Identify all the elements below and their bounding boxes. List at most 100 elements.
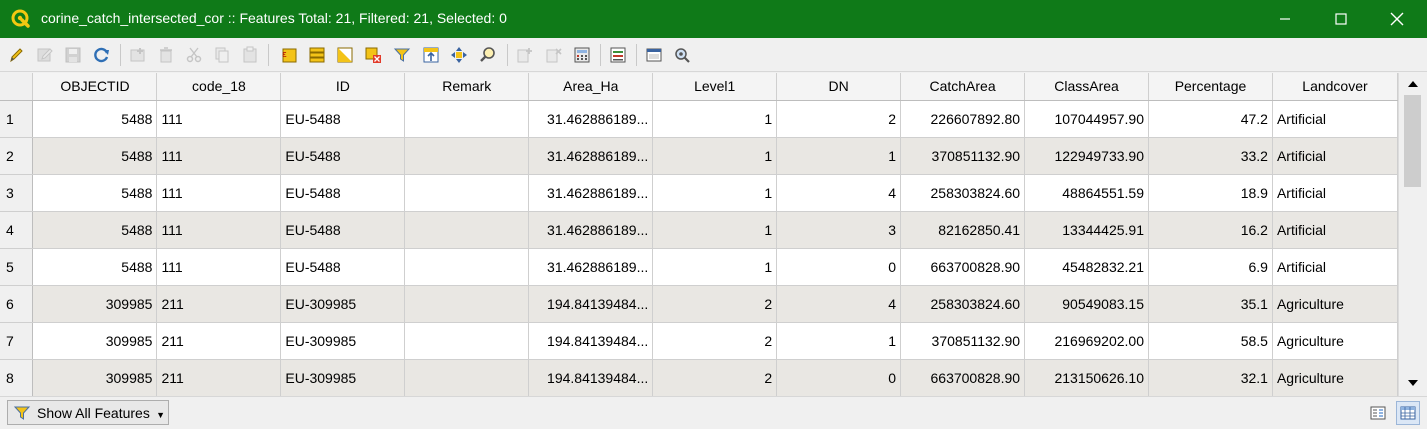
table-cell[interactable]: 35.1 xyxy=(1148,285,1273,323)
row-header[interactable]: 7 xyxy=(0,322,34,360)
actions-button[interactable] xyxy=(671,44,693,66)
form-view-button[interactable] xyxy=(1366,401,1390,425)
column-header[interactable]: CatchArea xyxy=(900,73,1026,101)
table-cell[interactable]: EU-309985 xyxy=(280,322,406,360)
table-cell[interactable]: 1 xyxy=(776,322,902,360)
table-view-button[interactable] xyxy=(1396,401,1420,425)
table-cell[interactable]: 111 xyxy=(156,248,282,286)
table-cell[interactable]: 33.2 xyxy=(1148,137,1273,175)
select-all-corner[interactable] xyxy=(0,73,34,101)
filter-form-button[interactable] xyxy=(391,44,413,66)
table-cell[interactable]: 5488 xyxy=(32,100,158,138)
scroll-up-button[interactable] xyxy=(1399,74,1427,94)
table-cell[interactable]: 31.462886189... xyxy=(528,137,654,175)
table-cell[interactable]: 5488 xyxy=(32,174,158,212)
table-cell[interactable]: Agriculture xyxy=(1272,322,1398,360)
table-cell[interactable]: EU-5488 xyxy=(280,137,406,175)
table-cell[interactable]: Artificial xyxy=(1272,211,1398,249)
row-header[interactable]: 5 xyxy=(0,248,34,286)
delete-features-button[interactable] xyxy=(155,44,177,66)
table-cell[interactable] xyxy=(404,100,530,138)
column-header[interactable]: ID xyxy=(280,73,406,101)
table-cell[interactable]: Artificial xyxy=(1272,100,1398,138)
table-cell[interactable]: 1 xyxy=(652,137,778,175)
move-selection-top-button[interactable] xyxy=(420,44,442,66)
table-cell[interactable]: Artificial xyxy=(1272,137,1398,175)
new-field-button[interactable] xyxy=(514,44,536,66)
show-all-features-button[interactable]: Show All Features ▼ xyxy=(7,400,169,425)
column-header[interactable]: Percentage xyxy=(1148,73,1273,101)
close-button[interactable] xyxy=(1369,0,1425,38)
table-cell[interactable] xyxy=(404,359,530,396)
table-cell[interactable]: 45482832.21 xyxy=(1024,248,1150,286)
table-cell[interactable]: 18.9 xyxy=(1148,174,1273,212)
table-cell[interactable]: 226607892.80 xyxy=(900,100,1026,138)
table-cell[interactable]: 2 xyxy=(652,359,778,396)
save-edits-button[interactable] xyxy=(62,44,84,66)
table-cell[interactable]: 194.84139484... xyxy=(528,285,654,323)
row-header[interactable]: 2 xyxy=(0,137,34,175)
table-cell[interactable]: 16.2 xyxy=(1148,211,1273,249)
table-cell[interactable]: 0 xyxy=(776,248,902,286)
table-cell[interactable]: 2 xyxy=(776,100,902,138)
table-cell[interactable]: 1 xyxy=(652,248,778,286)
dock-button[interactable] xyxy=(643,44,665,66)
table-cell[interactable]: EU-5488 xyxy=(280,174,406,212)
zoom-to-selection-button[interactable] xyxy=(477,44,499,66)
table-cell[interactable]: 111 xyxy=(156,100,282,138)
table-cell[interactable]: 1 xyxy=(652,211,778,249)
table-cell[interactable]: 1 xyxy=(652,174,778,212)
column-header[interactable]: Level1 xyxy=(652,73,778,101)
table-cell[interactable]: 107044957.90 xyxy=(1024,100,1150,138)
conditional-formatting-button[interactable] xyxy=(607,44,629,66)
table-cell[interactable]: 82162850.41 xyxy=(900,211,1026,249)
table-cell[interactable]: 13344425.91 xyxy=(1024,211,1150,249)
table-cell[interactable]: 309985 xyxy=(32,322,158,360)
column-header[interactable]: code_18 xyxy=(156,73,282,101)
select-all-button[interactable] xyxy=(306,44,328,66)
table-cell[interactable]: 663700828.90 xyxy=(900,359,1026,396)
table-cell[interactable]: 3 xyxy=(776,211,902,249)
table-cell[interactable]: 5488 xyxy=(32,248,158,286)
table-cell[interactable]: Agriculture xyxy=(1272,359,1398,396)
table-cell[interactable]: EU-5488 xyxy=(280,100,406,138)
table-cell[interactable]: 4 xyxy=(776,285,902,323)
reload-button[interactable] xyxy=(91,44,113,66)
table-cell[interactable]: 6.9 xyxy=(1148,248,1273,286)
table-cell[interactable]: 309985 xyxy=(32,285,158,323)
table-cell[interactable]: 213150626.10 xyxy=(1024,359,1150,396)
table-row[interactable]: 2 5488 111 EU-5488 31.462886189... 1 1 37085113… xyxy=(0,137,1398,175)
table-cell[interactable]: 663700828.90 xyxy=(900,248,1026,286)
table-cell[interactable]: 0 xyxy=(776,359,902,396)
row-header[interactable]: 6 xyxy=(0,285,34,323)
column-header[interactable]: OBJECTID xyxy=(32,73,158,101)
row-header[interactable]: 1 xyxy=(0,100,34,138)
column-header[interactable]: ClassArea xyxy=(1024,73,1150,101)
multi-edit-button[interactable] xyxy=(34,44,56,66)
table-cell[interactable]: 258303824.60 xyxy=(900,174,1026,212)
table-cell[interactable]: 1 xyxy=(652,100,778,138)
table-cell[interactable] xyxy=(404,174,530,212)
table-cell[interactable]: 122949733.90 xyxy=(1024,137,1150,175)
table-cell[interactable]: EU-5488 xyxy=(280,211,406,249)
row-header[interactable]: 3 xyxy=(0,174,34,212)
table-cell[interactable]: 31.462886189... xyxy=(528,211,654,249)
column-header[interactable]: Remark xyxy=(404,73,530,101)
table-cell[interactable] xyxy=(404,137,530,175)
table-row[interactable]: 8 309985 211 EU-309985 194.84139484... 2 0 6637… xyxy=(0,359,1398,396)
invert-selection-button[interactable] xyxy=(334,44,356,66)
row-header[interactable]: 4 xyxy=(0,211,34,249)
table-cell[interactable]: 31.462886189... xyxy=(528,100,654,138)
table-cell[interactable]: 111 xyxy=(156,137,282,175)
table-cell[interactable]: 31.462886189... xyxy=(528,174,654,212)
table-row[interactable]: 3 5488 111 EU-5488 31.462886189... 1 4 25830382… xyxy=(0,174,1398,212)
add-feature-button[interactable] xyxy=(127,44,149,66)
table-cell[interactable]: 31.462886189... xyxy=(528,248,654,286)
column-header[interactable]: Area_Ha xyxy=(528,73,654,101)
minimize-button[interactable] xyxy=(1257,0,1313,38)
table-cell[interactable]: 309985 xyxy=(32,359,158,396)
delete-field-button[interactable] xyxy=(543,44,565,66)
cut-button[interactable] xyxy=(183,44,205,66)
table-row[interactable]: 5 5488 111 EU-5488 31.462886189... 1 0 66370082… xyxy=(0,248,1398,286)
table-cell[interactable]: 111 xyxy=(156,211,282,249)
